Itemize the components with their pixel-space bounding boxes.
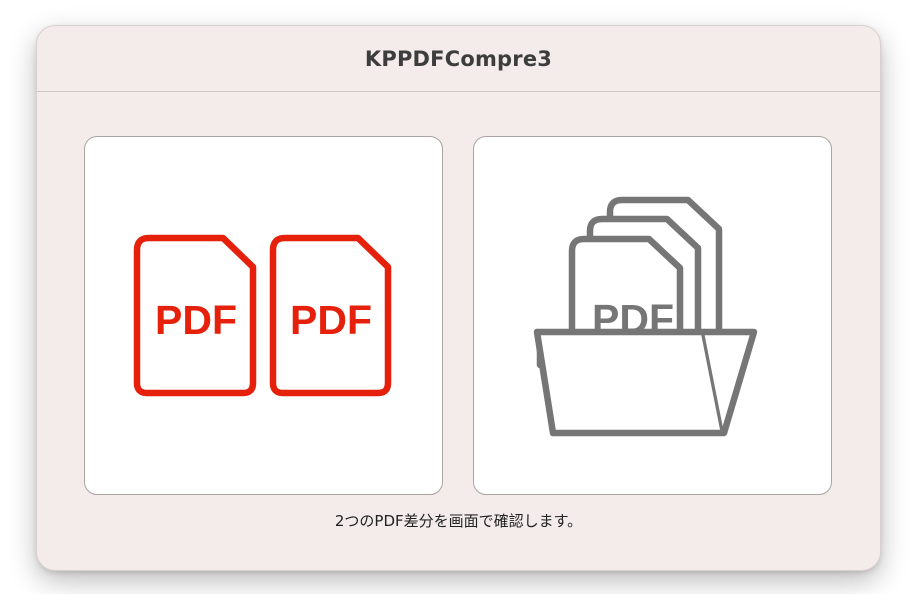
title-bar: KPPDFCompre3 bbox=[37, 26, 880, 92]
description-text: 2つのPDF差分を画面で確認します。 bbox=[334, 512, 583, 530]
compare-two-pdfs-button[interactable]: PDF PDF bbox=[84, 136, 443, 495]
two-pdf-documents-icon: PDF PDF bbox=[133, 234, 392, 397]
app-window: KPPDFCompre3 PDF PDF PDF 2つのPDF差分を画面で確認し… bbox=[37, 26, 880, 570]
compare-pdf-folder-button[interactable]: PDF bbox=[473, 136, 832, 495]
folder-pdf-label: PDF bbox=[592, 296, 674, 342]
left-pdf-label: PDF bbox=[155, 297, 237, 343]
window-title: KPPDFCompre3 bbox=[364, 46, 553, 71]
right-pdf-label: PDF bbox=[290, 297, 372, 343]
pdf-folder-icon: PDF bbox=[533, 196, 758, 437]
